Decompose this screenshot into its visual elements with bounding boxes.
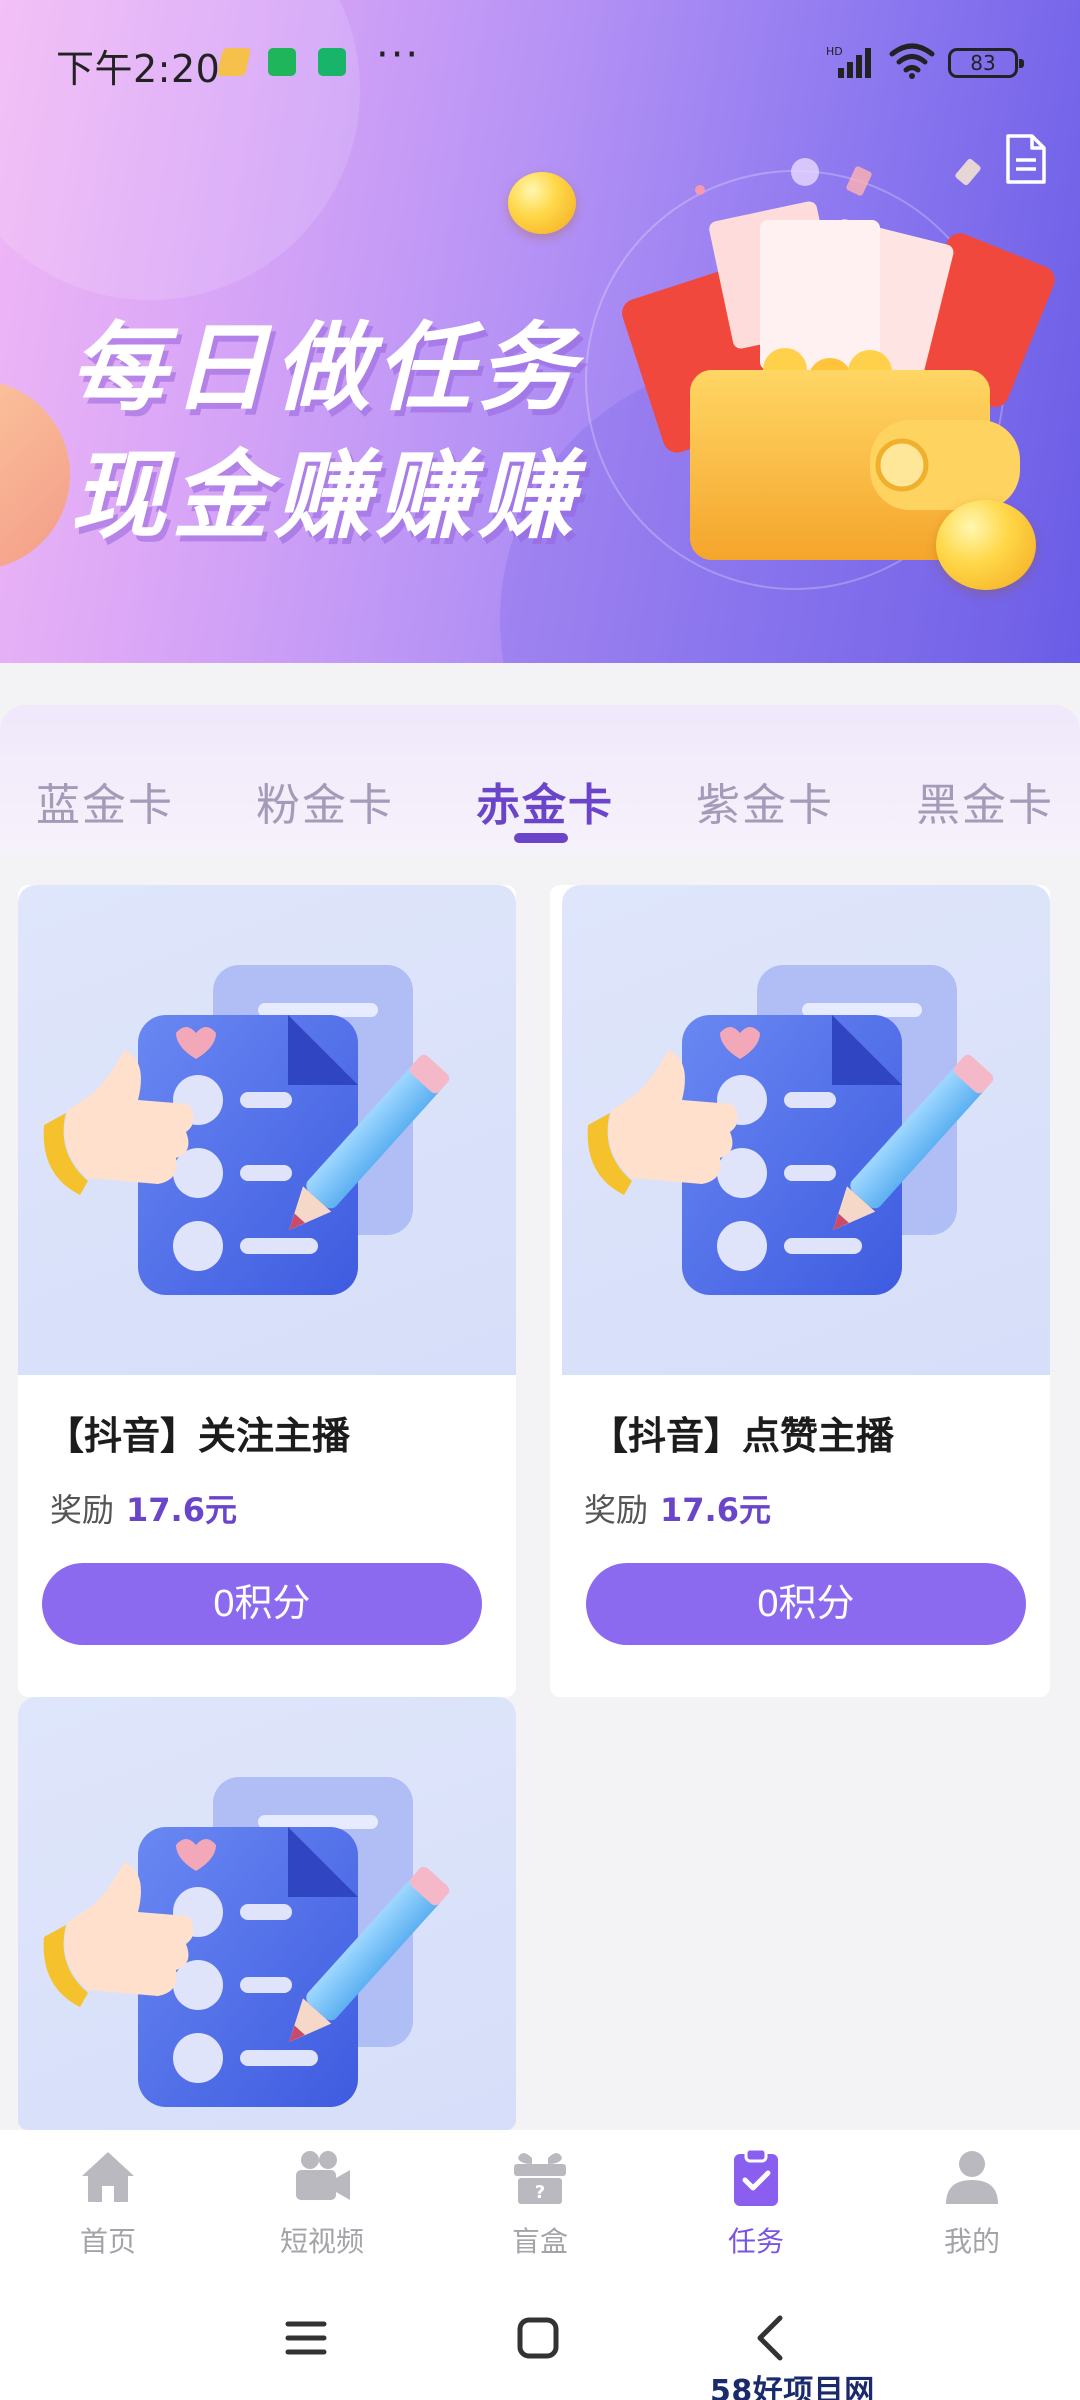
tab-black-gold[interactable]: 黑金卡: [916, 769, 1054, 833]
active-tab-indicator: [514, 833, 568, 843]
nav-profile[interactable]: 我的: [892, 2146, 1052, 2260]
task-list-icon: [18, 885, 506, 1373]
task-reward: 奖励 17.6元: [50, 1485, 237, 1531]
coin-icon: [508, 172, 576, 234]
wifi-icon: [889, 43, 935, 79]
task-illustration: [18, 1697, 516, 2130]
task-card[interactable]: 【抖音】关注主播 奖励 17.6元 0积分: [18, 885, 516, 1697]
nav-tasks[interactable]: 任务: [676, 2146, 836, 2260]
task-list-icon: [562, 885, 1050, 1373]
profile-icon: [946, 2151, 998, 2204]
task-illustration: [562, 885, 1050, 1375]
reward-label: 奖励: [584, 1491, 649, 1529]
nav-mystery-box[interactable]: ? 盲盒: [460, 2146, 620, 2260]
nav-short-video[interactable]: 短视频: [242, 2146, 402, 2260]
coin-icon: [936, 500, 1036, 590]
points-button[interactable]: 0积分: [586, 1563, 1026, 1645]
banner-headline: 每日做任务: [70, 312, 580, 424]
mystery-box-icon: ?: [514, 2153, 566, 2204]
nav-label: 首页: [79, 2225, 136, 2258]
banner-subheadline: 现金赚赚赚: [70, 440, 580, 552]
home-square-icon[interactable]: [508, 2308, 568, 2368]
shield-app-icon: [268, 48, 296, 76]
nav-label: 任务: [727, 2225, 784, 2258]
bottom-nav: 首页 短视频 ? 盲盒 任务 我的: [0, 2130, 1080, 2280]
card-level-tabs: 蓝金卡 粉金卡 赤金卡 紫金卡 黑金卡: [0, 705, 1080, 855]
svg-text:HD: HD: [826, 45, 843, 58]
points-button[interactable]: 0积分: [42, 1563, 482, 1645]
download-icon: [318, 48, 346, 76]
banner-decor-circle: [0, 380, 70, 570]
reward-amount: 17.6元: [126, 1491, 237, 1529]
task-card[interactable]: [18, 1697, 516, 2130]
status-bar: 下午2:20 ··· HD 83: [0, 0, 1080, 120]
home-icon: [82, 2152, 134, 2202]
back-icon[interactable]: [742, 2308, 802, 2368]
tab-red-gold[interactable]: 赤金卡: [476, 769, 614, 833]
task-illustration: [18, 885, 516, 1375]
task-card[interactable]: 【抖音】点赞主播 奖励 17.6元 0积分: [550, 885, 1050, 1697]
watermark: 58好项目网www.58hxm.com: [710, 2374, 875, 2400]
tab-purple-gold[interactable]: 紫金卡: [696, 769, 834, 833]
status-time: 下午2:20: [56, 47, 221, 91]
reward-label: 奖励: [50, 1491, 115, 1529]
tab-pink-gold[interactable]: 粉金卡: [256, 769, 394, 833]
video-camera-icon: [296, 2151, 350, 2200]
task-clipboard-icon: [734, 2147, 778, 2206]
note-icon: [217, 48, 251, 76]
svg-text:?: ?: [535, 2182, 545, 2203]
task-title: 【抖音】点赞主播: [590, 1414, 895, 1458]
task-title: 【抖音】关注主播: [46, 1414, 351, 1458]
nav-label: 我的: [943, 2225, 1000, 2258]
task-reward: 奖励 17.6元: [584, 1485, 771, 1531]
more-dots-icon: ···: [376, 32, 421, 78]
menu-icon[interactable]: [276, 2308, 336, 2368]
nav-home[interactable]: 首页: [28, 2146, 188, 2260]
promo-banner[interactable]: 下午2:20 ··· HD 83 每日做任务 现金赚赚赚: [0, 0, 1080, 663]
nav-label: 盲盒: [511, 2225, 568, 2258]
tab-blue-gold[interactable]: 蓝金卡: [36, 769, 174, 833]
reward-amount: 17.6元: [660, 1491, 771, 1529]
battery-icon: 83: [948, 48, 1024, 78]
task-list-icon: [18, 1697, 506, 2130]
hd-signal-icon: HD: [826, 45, 871, 78]
nav-label: 短视频: [279, 2225, 364, 2258]
